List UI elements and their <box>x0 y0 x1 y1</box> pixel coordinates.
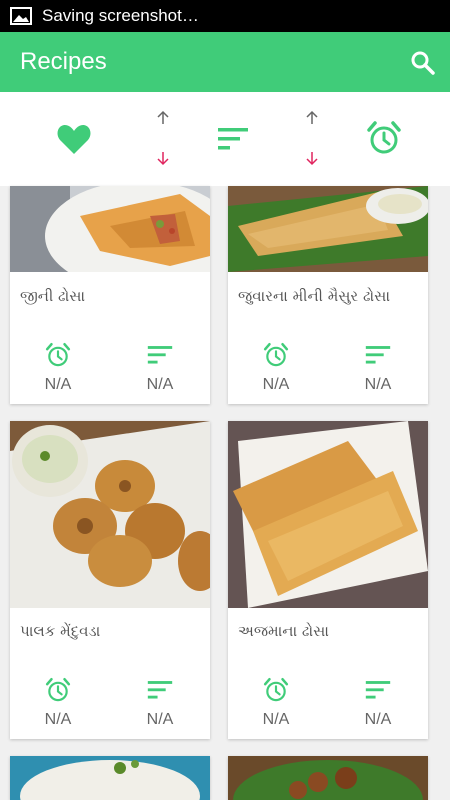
recipe-servings: N/A <box>348 342 408 394</box>
recipe-time: N/A <box>246 677 306 729</box>
alarm-clock-icon <box>45 342 71 367</box>
recipe-card[interactable] <box>228 756 428 800</box>
recipe-image <box>228 421 428 608</box>
sort-lines-icon <box>365 681 391 699</box>
recipe-servings-value: N/A <box>364 376 392 393</box>
recipe-time-value: N/A <box>44 376 72 393</box>
recipe-name: પાલક મેંદુવડા <box>20 622 101 640</box>
recipe-card[interactable] <box>10 756 210 800</box>
recipe-card[interactable]: જીની ઢોસા N/A N/A <box>10 186 210 404</box>
heart-icon[interactable] <box>56 122 92 156</box>
filter-toolbar <box>0 92 450 186</box>
search-icon[interactable] <box>410 50 436 76</box>
recipe-time-value: N/A <box>262 376 290 393</box>
recipe-time-value: N/A <box>262 711 290 728</box>
recipe-image <box>10 186 210 272</box>
arrow-up-icon[interactable] <box>155 110 171 126</box>
recipe-servings-value: N/A <box>146 376 174 393</box>
status-bar: Saving screenshot… <box>0 0 450 32</box>
recipe-name: જીની ઢોસા <box>20 287 86 305</box>
recipe-image <box>10 421 210 608</box>
recipe-servings-value: N/A <box>146 711 174 728</box>
recipe-image <box>10 756 210 800</box>
recipe-servings-value: N/A <box>364 711 392 728</box>
recipe-card[interactable]: પાલક મેંદુવડા N/A N/A <box>10 421 210 739</box>
recipe-name: જુવારના મીની મૈસુર ઢોસા <box>238 287 390 305</box>
sort-lines-icon <box>365 346 391 364</box>
recipe-image <box>228 756 428 800</box>
sort-lines-icon <box>147 346 173 364</box>
recipe-name: અજમાના ઢોસા <box>238 622 329 640</box>
recipe-card[interactable]: જુવારના મીની મૈસુર ઢોસા N/A N/A <box>228 186 428 404</box>
recipe-time: N/A <box>28 677 88 729</box>
page-title: Recipes <box>20 48 107 75</box>
sort-lines-icon[interactable] <box>217 126 249 152</box>
arrow-down-icon[interactable] <box>304 150 320 166</box>
arrow-down-icon[interactable] <box>155 150 171 166</box>
recipe-time-value: N/A <box>44 711 72 728</box>
app-bar: Recipes <box>0 32 450 92</box>
recipe-servings: N/A <box>130 677 190 729</box>
image-icon <box>10 7 32 25</box>
sort-lines-icon <box>147 681 173 699</box>
recipe-servings: N/A <box>130 342 190 394</box>
recipe-image <box>228 186 428 272</box>
recipe-time: N/A <box>246 342 306 394</box>
alarm-clock-icon[interactable] <box>366 120 402 156</box>
alarm-clock-icon <box>45 677 71 702</box>
alarm-clock-icon <box>263 677 289 702</box>
recipe-time: N/A <box>28 342 88 394</box>
recipe-servings: N/A <box>348 677 408 729</box>
alarm-clock-icon <box>263 342 289 367</box>
notification-text: Saving screenshot… <box>42 6 199 25</box>
arrow-up-icon[interactable] <box>304 110 320 126</box>
recipe-card[interactable]: અજમાના ઢોસા N/A N/A <box>228 421 428 739</box>
